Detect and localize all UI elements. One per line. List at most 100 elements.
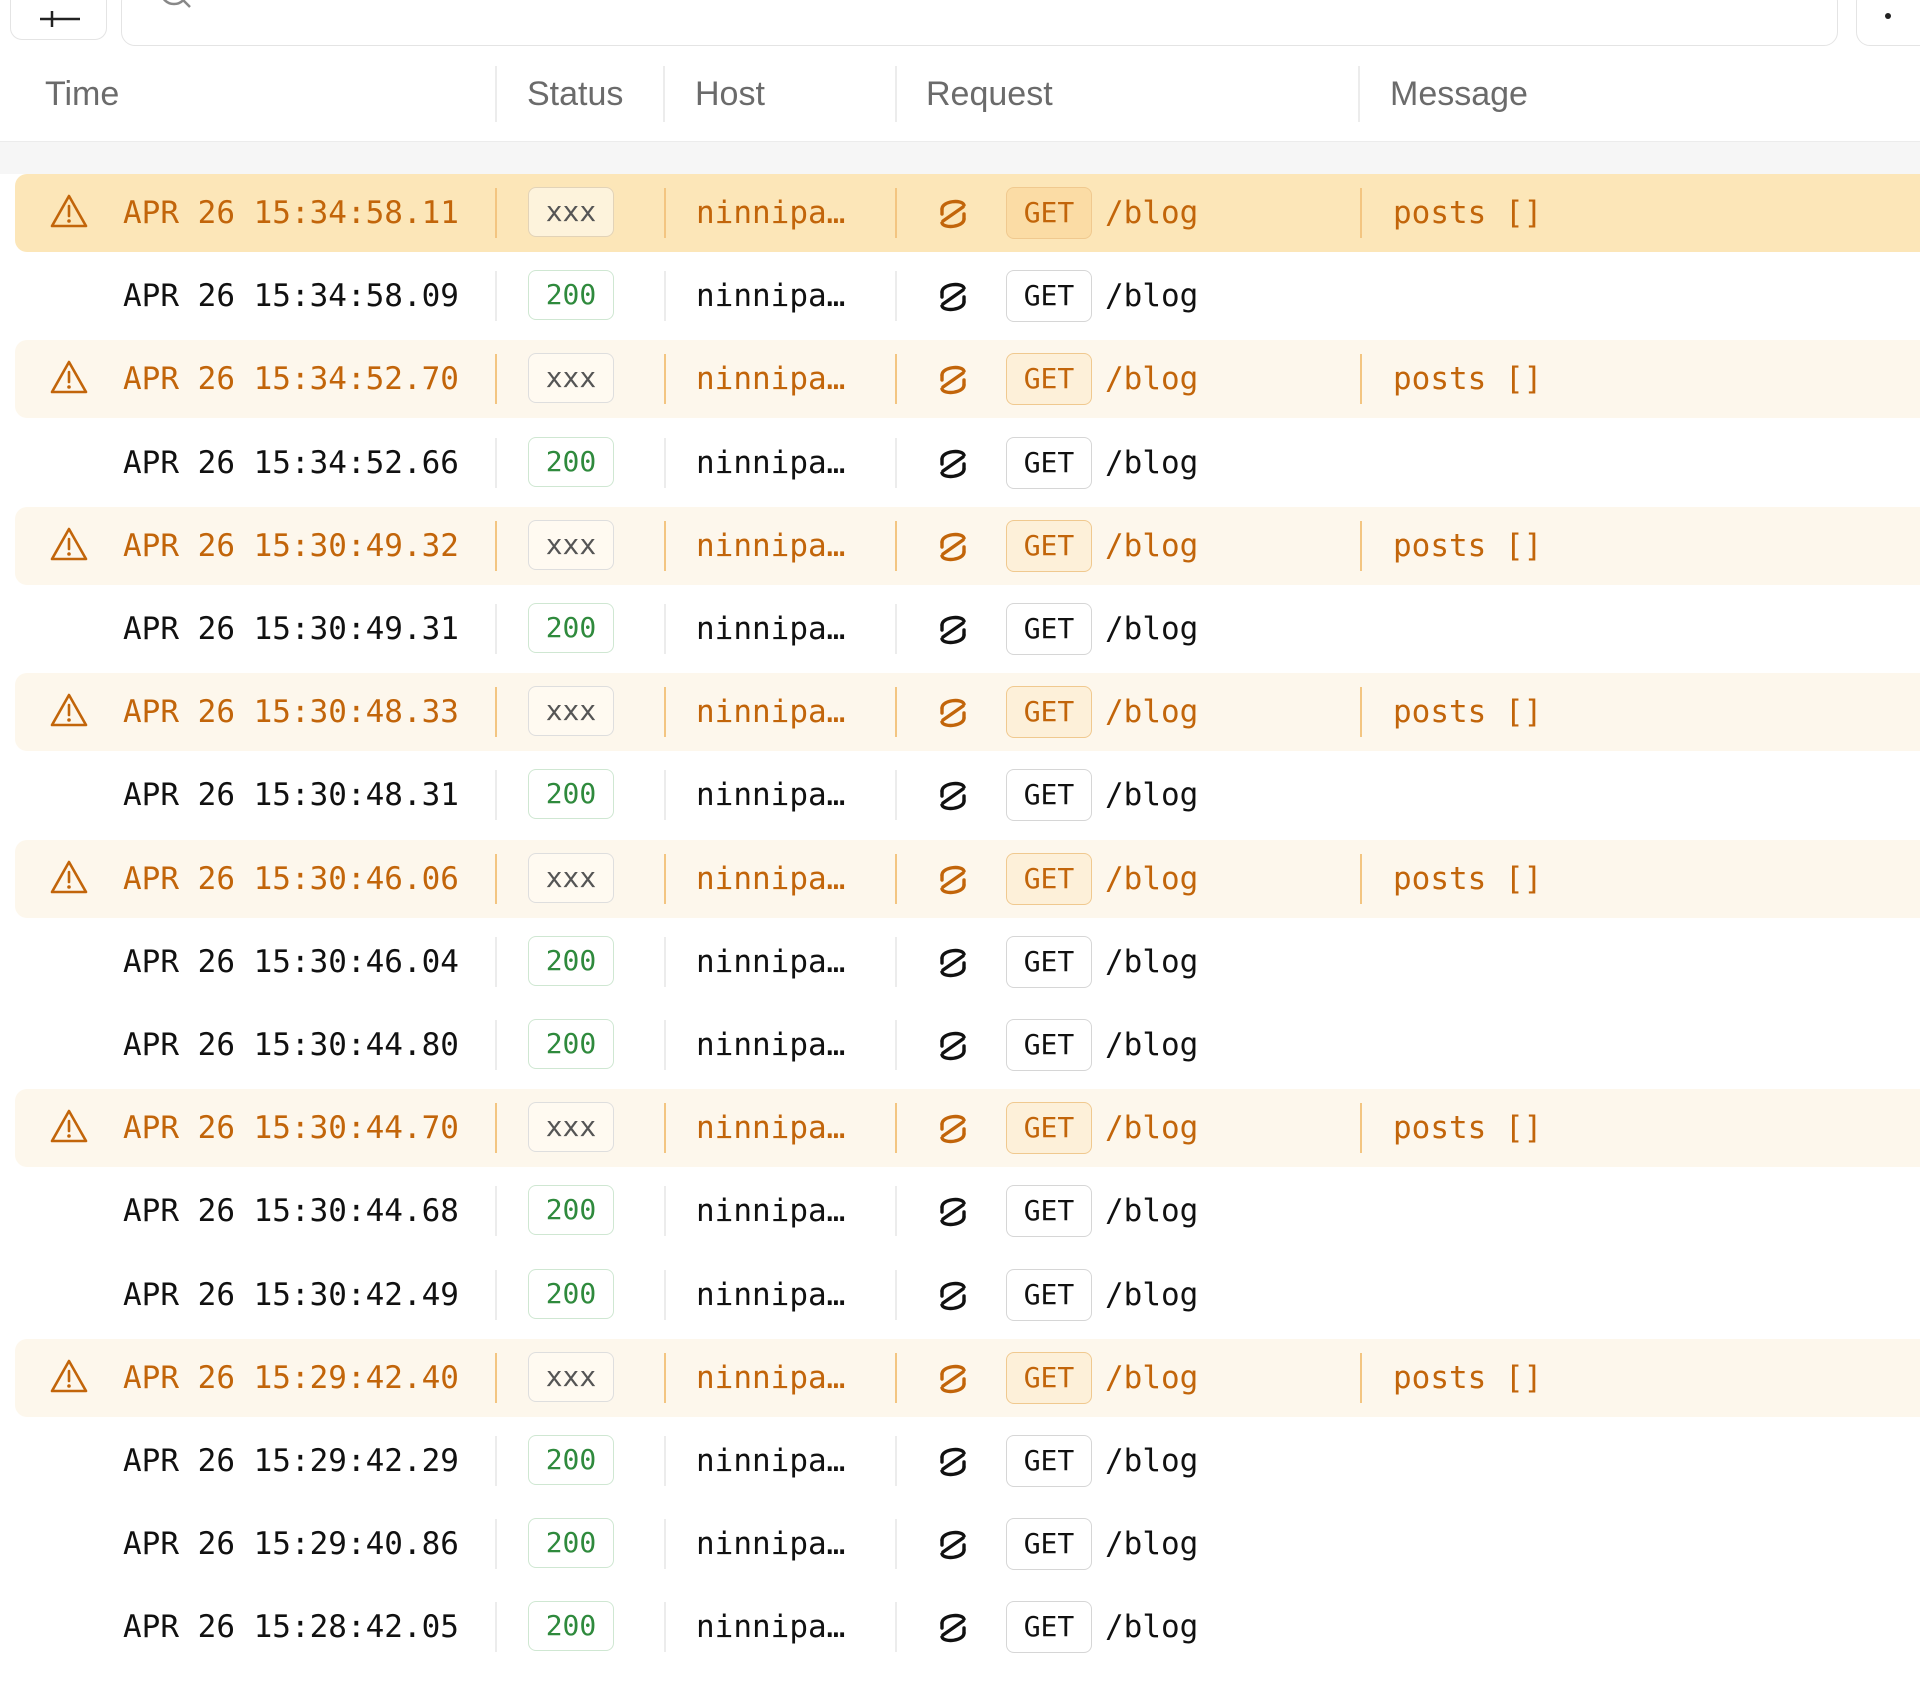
protocol-icon — [933, 1525, 973, 1569]
request-path: /blog — [1105, 278, 1199, 315]
protocol-icon — [933, 610, 973, 654]
column-header-status[interactable]: Status — [527, 58, 623, 142]
cell-divider — [664, 1436, 666, 1486]
method-badge: GET — [1006, 1601, 1092, 1654]
more-options-button[interactable] — [1856, 0, 1920, 46]
log-message: posts [] — [1393, 195, 1543, 231]
log-row-warning[interactable]: APR 26 15:34:52.70 xxx ninnipa… GET/blog pos… — [15, 340, 1920, 419]
log-row[interactable]: APR 26 15:28:42.05 200 ninnipa… GET/blog — [15, 1588, 1920, 1666]
log-row[interactable]: APR 26 15:30:44.68 200 ninnipa… GET/blog — [15, 1172, 1920, 1250]
column-header-time[interactable]: Time — [45, 58, 119, 142]
log-row[interactable]: APR 26 15:29:42.29 200 ninnipa… GET/blog — [15, 1422, 1920, 1500]
search-bar[interactable] — [121, 0, 1838, 46]
request-path: /blog — [1105, 527, 1199, 564]
cell-divider — [664, 936, 666, 987]
cell-divider — [895, 936, 897, 987]
log-host: ninnipa… — [696, 444, 846, 481]
log-host: ninnipa… — [696, 943, 846, 980]
protocol-icon — [933, 194, 973, 238]
column-header-message[interactable]: Message — [1390, 58, 1528, 142]
filter-button[interactable] — [10, 0, 107, 40]
log-row-warning[interactable]: APR 26 15:34:58.11 xxx ninnipa… GET/blog pos… — [15, 174, 1920, 252]
request-path: /blog — [1105, 1027, 1199, 1063]
log-row[interactable]: APR 26 15:30:46.04 200 ninnipa… GET/blog — [15, 923, 1920, 1001]
request-path: /blog — [1105, 1110, 1199, 1147]
log-row[interactable]: APR 26 15:30:44.80 200 ninnipa… GET/blog — [15, 1006, 1920, 1084]
log-row[interactable]: APR 26 15:30:42.49 200 ninnipa… GET/blog — [15, 1256, 1920, 1334]
status-badge: 200 — [528, 1601, 614, 1652]
cell-divider — [495, 604, 497, 654]
warning-triangle-icon — [49, 526, 89, 566]
cell-divider — [895, 604, 897, 654]
log-host: ninnipa… — [696, 1276, 846, 1313]
column-divider[interactable] — [663, 66, 665, 122]
cell-divider — [1360, 520, 1362, 571]
log-row-warning[interactable]: APR 26 15:30:49.32 xxx ninnipa… GET/blog pos… — [15, 506, 1920, 585]
log-row-warning[interactable]: APR 26 15:29:42.40 xxx ninnipa… GET/blog pos… — [15, 1338, 1920, 1417]
column-header-request[interactable]: Request — [926, 58, 1053, 142]
request-path: /blog — [1105, 1443, 1199, 1479]
protocol-icon — [933, 1109, 973, 1153]
status-badge: xxx — [528, 852, 614, 903]
column-header-host[interactable]: Host — [695, 58, 765, 142]
cell-divider — [664, 188, 666, 238]
cell-divider — [895, 1436, 897, 1486]
log-row[interactable]: APR 26 15:30:48.31 200 ninnipa… GET/blog — [15, 756, 1920, 834]
method-badge: GET — [1006, 270, 1092, 323]
log-host: ninnipa… — [696, 361, 846, 398]
method-badge: GET — [1006, 436, 1092, 489]
protocol-icon — [933, 444, 973, 488]
log-row[interactable]: APR 26 15:34:52.66 200 ninnipa… GET/blog — [15, 424, 1920, 502]
sliders-icon — [40, 11, 80, 27]
column-divider[interactable] — [1358, 66, 1360, 122]
cell-divider — [495, 1186, 497, 1237]
log-row[interactable]: APR 26 15:34:58.09 200 ninnipa… GET/blog — [15, 257, 1920, 335]
request-path: /blog — [1105, 777, 1199, 814]
cell-divider — [895, 1602, 897, 1653]
column-divider[interactable] — [895, 66, 897, 122]
protocol-icon — [933, 1359, 973, 1403]
status-badge: 200 — [528, 935, 614, 986]
method-badge: GET — [1006, 1102, 1092, 1155]
method-badge: GET — [1006, 187, 1092, 239]
log-time: APR 26 15:30:46.06 — [123, 860, 459, 897]
log-message: posts [] — [1393, 860, 1543, 897]
log-row[interactable]: APR 26 15:29:40.86 200 ninnipa… GET/blog — [15, 1505, 1920, 1583]
protocol-icon — [933, 860, 973, 904]
log-row[interactable]: APR 26 15:30:49.31 200 ninnipa… GET/blog — [15, 590, 1920, 668]
status-badge: xxx — [528, 686, 614, 737]
status-badge: xxx — [528, 519, 614, 570]
log-row-warning[interactable]: APR 26 15:30:44.70 xxx ninnipa… GET/blog pos… — [15, 1089, 1920, 1168]
log-time: APR 26 15:34:52.66 — [123, 444, 459, 481]
protocol-icon — [933, 1442, 973, 1486]
log-row-warning[interactable]: APR 26 15:30:48.33 xxx ninnipa… GET/blog pos… — [15, 673, 1920, 752]
cell-divider — [895, 520, 897, 571]
method-badge: GET — [1006, 1435, 1092, 1487]
request-path: /blog — [1105, 860, 1199, 897]
log-time: APR 26 15:30:46.04 — [123, 943, 459, 980]
cell-divider — [664, 1020, 666, 1070]
log-time: APR 26 15:30:42.49 — [123, 1276, 459, 1313]
log-host: ninnipa… — [696, 860, 846, 897]
cell-divider — [1360, 354, 1362, 405]
log-host: ninnipa… — [696, 195, 846, 231]
log-host: ninnipa… — [696, 527, 846, 564]
cell-divider — [495, 188, 497, 238]
cell-divider — [495, 936, 497, 987]
warning-triangle-icon — [49, 859, 89, 899]
protocol-icon — [933, 277, 973, 321]
log-message: posts [] — [1393, 1359, 1543, 1396]
log-row-warning[interactable]: APR 26 15:30:46.06 xxx ninnipa… GET/blog pos… — [15, 839, 1920, 918]
protocol-icon — [933, 943, 973, 987]
method-badge: GET — [1006, 603, 1092, 655]
status-badge: 200 — [528, 436, 614, 487]
cell-divider — [895, 853, 897, 904]
cell-divider — [495, 1519, 497, 1570]
log-message: posts [] — [1393, 361, 1543, 398]
method-badge: GET — [1006, 1019, 1092, 1071]
column-divider[interactable] — [495, 66, 497, 122]
request-path: /blog — [1105, 1276, 1199, 1313]
status-badge: 200 — [528, 1019, 614, 1069]
protocol-icon — [933, 1026, 973, 1070]
warning-triangle-icon — [49, 1358, 89, 1398]
